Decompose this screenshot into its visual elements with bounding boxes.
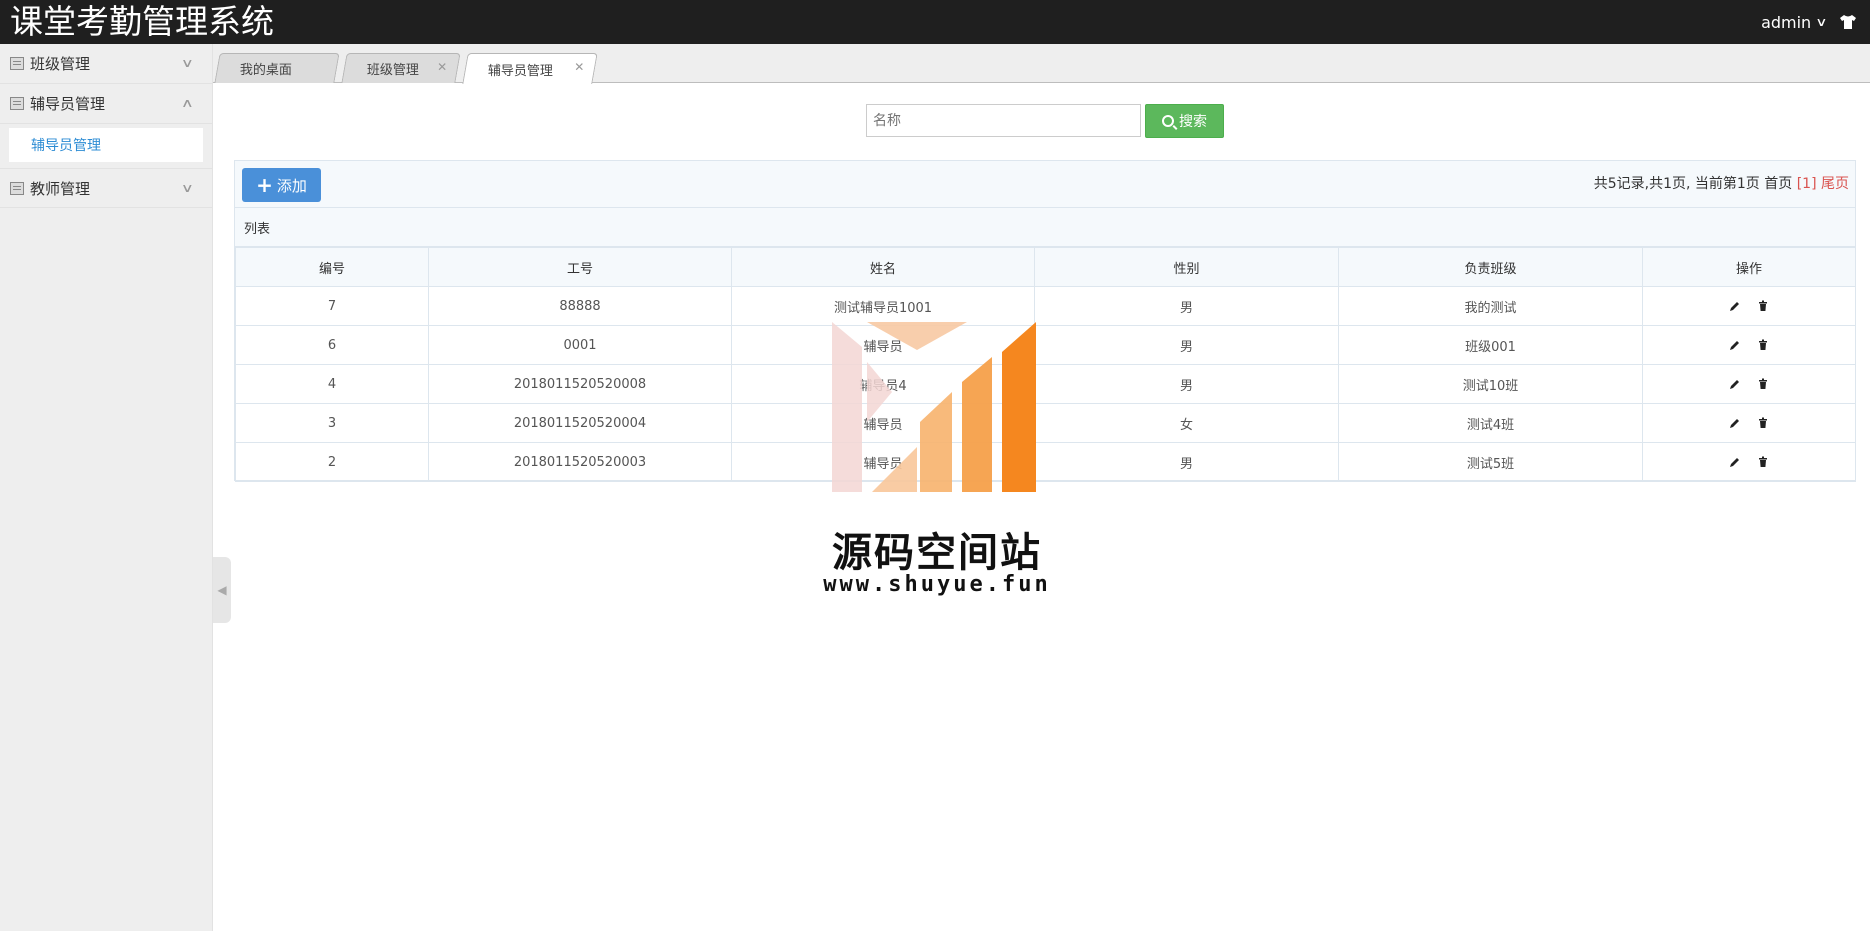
add-button[interactable]: + 添加: [242, 168, 321, 202]
list-icon: [10, 57, 24, 70]
sidebar-group-teacher[interactable]: 教师管理 ∨: [0, 168, 212, 208]
search-button[interactable]: 搜索: [1145, 104, 1224, 138]
sidebar: 班级管理 ∨ 辅导员管理 ∧ 辅导员管理 教师管理 ∨: [0, 44, 213, 931]
search-input[interactable]: [866, 104, 1141, 137]
list-toolbar: + 添加 共5记录,共1页, 当前第1页 首页 [1] 尾页: [235, 161, 1855, 208]
cell-class: 测试4班: [1338, 403, 1643, 443]
cell-staff-no: 0001: [428, 325, 732, 365]
cell-class: 测试5班: [1338, 442, 1643, 482]
chevron-down-icon: ∨: [181, 181, 195, 195]
tab-bar: 我的桌面 班级管理 ✕ 辅导员管理 ✕: [213, 44, 1870, 84]
watermark-title: 源码空间站: [832, 530, 1042, 576]
column-header: 姓名: [731, 247, 1035, 287]
cell-actions: [1642, 325, 1856, 365]
cell-staff-no: 88888: [428, 286, 732, 326]
cell-staff-no: 2018011520520003: [428, 442, 732, 482]
edit-icon[interactable]: [1729, 300, 1741, 312]
cell-actions: [1642, 364, 1856, 404]
list-icon: [10, 181, 24, 195]
add-button-label: 添加: [276, 176, 307, 195]
list-icon: [10, 97, 24, 110]
pagination: 共5记录,共1页, 当前第1页 首页 [1] 尾页: [1594, 173, 1849, 193]
close-icon[interactable]: ✕: [574, 60, 584, 74]
cell-staff-no: 2018011520520004: [428, 403, 732, 443]
sidebar-group-class[interactable]: 班级管理 ∨: [0, 44, 212, 84]
edit-icon[interactable]: [1729, 339, 1741, 351]
search-button-label: 搜索: [1179, 114, 1207, 130]
cell-gender: 女: [1034, 403, 1339, 443]
shirt-icon[interactable]: [1838, 12, 1858, 32]
sidebar-item-counselor[interactable]: 辅导员管理: [9, 128, 203, 162]
cell-gender: 男: [1034, 325, 1339, 365]
plus-icon: +: [256, 173, 273, 197]
tab-class[interactable]: 班级管理 ✕: [341, 53, 461, 83]
tab-counselor[interactable]: 辅导员管理 ✕: [462, 53, 598, 84]
pager-current[interactable]: [1]: [1797, 176, 1817, 192]
column-header: 性别: [1034, 247, 1339, 287]
cell-staff-no: 2018011520520008: [428, 364, 732, 404]
cell-actions: [1642, 286, 1856, 326]
trash-icon[interactable]: [1757, 456, 1769, 468]
chevron-down-icon: ∨: [181, 56, 195, 70]
watermark: 源码空间站 www.shuyue.fun: [812, 322, 1062, 612]
cell-class: 我的测试: [1338, 286, 1643, 326]
cell-name: 测试辅导员1001: [731, 286, 1035, 326]
pager-last[interactable]: 尾页: [1821, 176, 1849, 192]
search-icon: [1162, 115, 1174, 127]
cell-gender: 男: [1034, 286, 1339, 326]
sidebar-collapse-handle[interactable]: ◀: [213, 557, 231, 623]
close-icon[interactable]: ✕: [437, 60, 447, 74]
edit-icon[interactable]: [1729, 378, 1741, 390]
cell-actions: [1642, 403, 1856, 443]
tab-label: 班级管理: [366, 63, 419, 78]
pager-summary: 共5记录,共1页, 当前第1页 首页: [1593, 176, 1793, 192]
sidebar-group-counselor[interactable]: 辅导员管理 ∧: [0, 84, 212, 124]
trash-icon[interactable]: [1757, 300, 1769, 312]
app-title: 课堂考勤管理系统: [10, 2, 274, 41]
sidebar-group-label: 辅导员管理: [30, 95, 106, 113]
edit-icon[interactable]: [1729, 417, 1741, 429]
tab-label: 辅导员管理: [487, 63, 553, 79]
trash-icon[interactable]: [1757, 378, 1769, 390]
cell-gender: 男: [1034, 442, 1339, 482]
sidebar-group-label: 教师管理: [30, 179, 91, 198]
trash-icon[interactable]: [1757, 417, 1769, 429]
cell-id: 3: [235, 403, 429, 443]
cell-id: 7: [235, 286, 429, 326]
user-menu[interactable]: admin ∨: [1761, 0, 1828, 44]
cell-id: 6: [235, 325, 429, 365]
table-row: 7 88888 测试辅导员1001 男 我的测试: [235, 286, 1856, 326]
column-header: 负责班级: [1338, 247, 1643, 287]
cell-class: 测试10班: [1338, 364, 1643, 404]
cell-class: 班级001: [1338, 325, 1643, 365]
watermark-logo-icon: [832, 322, 1036, 492]
column-header: 操作: [1642, 247, 1856, 287]
cell-gender: 男: [1034, 364, 1339, 404]
trash-icon[interactable]: [1757, 339, 1769, 351]
tab-label: 我的桌面: [239, 63, 292, 78]
chevron-down-icon[interactable]: ∨: [1815, 15, 1827, 29]
edit-icon[interactable]: [1729, 456, 1741, 468]
list-title: 列表: [235, 208, 1855, 247]
sidebar-group-label: 班级管理: [30, 55, 91, 73]
cell-id: 2: [235, 442, 429, 482]
username[interactable]: admin: [1761, 13, 1811, 32]
chevron-left-icon: ◀: [217, 583, 227, 597]
column-header: 工号: [428, 247, 732, 287]
top-header: 课堂考勤管理系统 admin ∨: [0, 0, 1870, 44]
tab-desktop[interactable]: 我的桌面: [214, 53, 340, 83]
cell-actions: [1642, 442, 1856, 482]
chevron-up-icon: ∧: [181, 96, 195, 110]
column-header: 编号: [235, 247, 429, 287]
watermark-url: www.shuyue.fun: [823, 572, 1051, 597]
table-header-row: 编号 工号 姓名 性别 负责班级 操作: [235, 247, 1856, 287]
cell-id: 4: [235, 364, 429, 404]
